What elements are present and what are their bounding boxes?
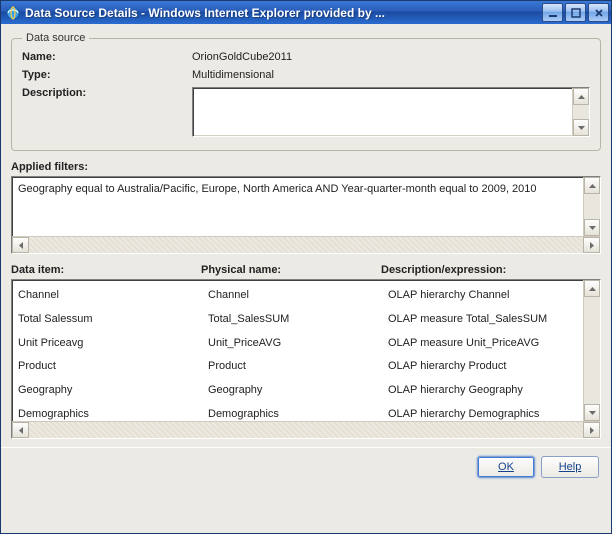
scroll-up-icon[interactable] <box>573 88 589 105</box>
table-row: Unit PriceavgUnit_PriceAVGOLAP measure U… <box>12 332 583 356</box>
cell-physical-name: Geography <box>208 381 388 401</box>
description-value <box>193 88 572 136</box>
cell-physical-name: Product <box>208 357 388 377</box>
scroll-left-icon[interactable] <box>12 422 29 438</box>
scroll-up-icon[interactable] <box>584 280 600 297</box>
group-legend: Data source <box>22 32 89 44</box>
col-header-data-item: Data item: <box>11 264 201 276</box>
cell-data-item: Geography <box>18 381 208 401</box>
applied-filters-label: Applied filters: <box>11 161 601 173</box>
hscroll-track[interactable] <box>29 422 583 438</box>
cell-description: OLAP hierarchy Geography <box>388 381 577 401</box>
hscroll-track[interactable] <box>29 237 583 253</box>
cell-data-item: Channel <box>18 286 208 306</box>
cell-description: OLAP measure Total_SalesSUM <box>388 310 577 330</box>
cell-data-item: Product <box>18 357 208 377</box>
grid-rows: ChannelChannelOLAP hierarchy ChannelTota… <box>12 280 583 421</box>
help-button[interactable]: Help <box>541 456 599 478</box>
minimize-button[interactable] <box>542 3 563 22</box>
ok-button[interactable]: OK <box>477 456 535 478</box>
scroll-left-icon[interactable] <box>12 237 29 253</box>
grid-hscroll[interactable] <box>12 421 600 438</box>
button-bar: OK Help <box>11 456 601 480</box>
separator <box>1 447 611 448</box>
cell-physical-name: Unit_PriceAVG <box>208 334 388 354</box>
grid-vscroll[interactable] <box>583 280 600 421</box>
description-field-wrap <box>192 87 590 137</box>
name-value: OrionGoldCube2011 <box>192 51 590 63</box>
scroll-down-icon[interactable] <box>573 119 589 136</box>
window: Data Source Details - Windows Internet E… <box>0 0 612 534</box>
titlebar: Data Source Details - Windows Internet E… <box>1 1 611 24</box>
cell-description: OLAP hierarchy Channel <box>388 286 577 306</box>
cell-physical-name: Channel <box>208 286 388 306</box>
close-button[interactable] <box>588 3 609 22</box>
cell-physical-name: Total_SalesSUM <box>208 310 388 330</box>
window-title: Data Source Details - Windows Internet E… <box>25 6 542 20</box>
type-row: Type: Multidimensional <box>22 66 590 84</box>
scroll-right-icon[interactable] <box>583 422 600 438</box>
scroll-down-icon[interactable] <box>584 219 600 236</box>
cell-data-item: Demographics <box>18 405 208 421</box>
window-buttons <box>542 3 609 22</box>
cell-description: OLAP measure Unit_PriceAVG <box>388 334 577 354</box>
type-label: Type: <box>22 69 192 81</box>
type-value: Multidimensional <box>192 69 590 81</box>
client-area: Data source Name: OrionGoldCube2011 Type… <box>1 24 611 533</box>
name-row: Name: OrionGoldCube2011 <box>22 48 590 66</box>
cell-data-item: Unit Priceavg <box>18 334 208 354</box>
description-textarea[interactable] <box>192 87 590 137</box>
scroll-right-icon[interactable] <box>583 237 600 253</box>
table-row: ChannelChannelOLAP hierarchy Channel <box>12 284 583 308</box>
table-row: GeographyGeographyOLAP hierarchy Geograp… <box>12 379 583 403</box>
col-header-physical-name: Physical name: <box>201 264 381 276</box>
cell-description: OLAP hierarchy Product <box>388 357 577 377</box>
filters-hscroll[interactable] <box>12 236 600 253</box>
cell-data-item: Total Salessum <box>18 310 208 330</box>
scroll-down-icon[interactable] <box>584 404 600 421</box>
applied-filters-text: Geography equal to Australia/Pacific, Eu… <box>12 177 583 236</box>
scroll-up-icon[interactable] <box>584 177 600 194</box>
filters-vscroll[interactable] <box>583 177 600 236</box>
description-label: Description: <box>22 87 192 99</box>
cell-physical-name: Demographics <box>208 405 388 421</box>
maximize-button[interactable] <box>565 3 586 22</box>
cell-description: OLAP hierarchy Demographics <box>388 405 577 421</box>
description-vscroll[interactable] <box>572 88 589 136</box>
table-row: DemographicsDemographicsOLAP hierarchy D… <box>12 403 583 421</box>
description-row: Description: <box>22 84 590 140</box>
ie-icon <box>5 5 21 21</box>
applied-filters-pane: Geography equal to Australia/Pacific, Eu… <box>11 176 601 254</box>
table-row: ProductProductOLAP hierarchy Product <box>12 355 583 379</box>
data-source-group: Data source Name: OrionGoldCube2011 Type… <box>11 32 601 151</box>
grid-header: Data item: Physical name: Description/ex… <box>11 262 601 279</box>
name-label: Name: <box>22 51 192 63</box>
data-items-pane: ChannelChannelOLAP hierarchy ChannelTota… <box>11 279 601 439</box>
table-row: Total SalessumTotal_SalesSUMOLAP measure… <box>12 308 583 332</box>
col-header-description: Description/expression: <box>381 264 601 276</box>
